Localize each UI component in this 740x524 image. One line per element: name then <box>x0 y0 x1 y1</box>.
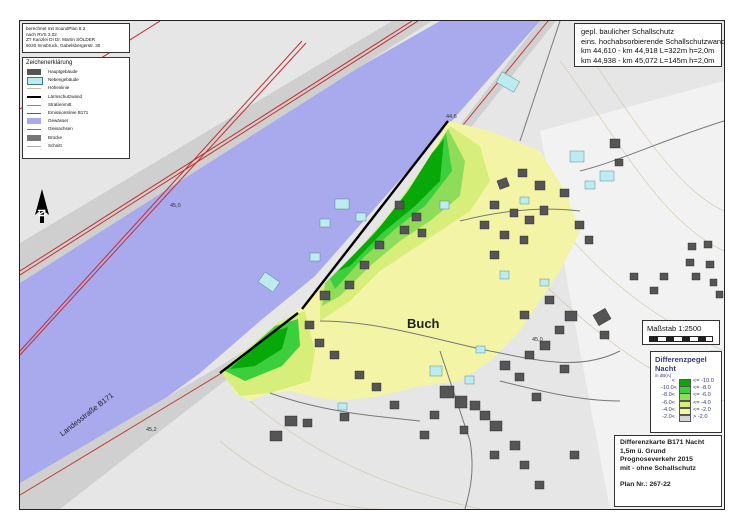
legend-label: Gewässer <box>48 118 69 124</box>
diff-legend-row: -2.0< > -2.0 <box>655 413 717 423</box>
diff-legend-row: < <= -10.0 <box>655 378 717 387</box>
legend-item: Lärmschutzwand <box>26 93 126 101</box>
scale-box: Maßstab 1:2500 <box>642 320 720 345</box>
legend-symbol <box>27 95 41 98</box>
plan-line: mit - ohne Schallschutz <box>620 464 696 472</box>
diff-upper: <= -2.0 <box>693 406 711 413</box>
km-label-45-0b: 45,0 <box>532 337 543 343</box>
diff-lower: -4.0< <box>662 406 675 413</box>
diff-upper: <= -6.0 <box>693 392 711 399</box>
legend-title: Zeichenerklärung <box>26 60 73 66</box>
legend-label: Brücke <box>48 134 63 140</box>
info-line: eins. hochabsorbierende Schallschutzwand <box>581 36 725 46</box>
legend-label: Lärmschutzwand <box>48 93 83 99</box>
legend-item: Emissionslinie B171 <box>26 109 126 117</box>
diff-legend-row: -4.0< <= -2.0 <box>655 406 717 416</box>
legend-item: Schnitt <box>26 142 126 150</box>
legend-label: Hauptgebäude <box>48 69 78 74</box>
diff-legend-row: -8.0< <= -6.0 <box>655 392 717 401</box>
legend-symbol <box>27 118 41 125</box>
difference-level-legend: Differenzpegel Nacht in dB(A) < <= -10.0 … <box>650 351 722 433</box>
km-label-45-0: 45,0 <box>170 203 181 209</box>
project-info: gepl. baulicher Schallschutz eins. hocha… <box>574 23 725 67</box>
legend-symbol <box>27 69 41 75</box>
legend-label: Höhenlinie <box>48 85 70 91</box>
legend-item: Gewässer <box>26 117 126 125</box>
km-label-44-6: 44,6 <box>446 114 457 120</box>
scale-bar <box>649 336 713 342</box>
diff-legend-title: Differenzpegel <box>655 355 707 364</box>
legend-label: Emissionslinie B171 <box>48 109 89 115</box>
legend-symbol <box>27 134 41 141</box>
legend-label: Gleisachsen <box>48 126 73 132</box>
plan-line: 1,5m ü. Grund <box>620 447 666 455</box>
legend-item: Straßenmitt <box>26 101 126 109</box>
legend-symbol <box>27 104 41 106</box>
km-label-45-2: 45,2 <box>146 427 157 433</box>
diff-lower: -10.0< <box>661 385 678 392</box>
plan-line: Prognoseverkehr 2015 <box>620 456 693 464</box>
calculation-note: berechnet mit SoundPlan 8.2 nach RVS 3.0… <box>22 23 130 53</box>
map-frame: N Buch Landesstraße B171 44,6 45,0 45,2 … <box>19 20 725 510</box>
info-line: km 44,938 - km 45,072 L=145m h=2,0m <box>581 55 715 65</box>
legend-item: Hauptgebäude <box>26 68 126 76</box>
plan-title-box: Differenzkarte B171 Nacht 1,5m ü. Grund … <box>614 435 722 507</box>
info-line: gepl. baulicher Schallschutz <box>581 27 674 36</box>
diff-lower: -6.0< <box>662 399 675 406</box>
diff-lower: < <box>671 378 675 384</box>
legend-item: Höhenlinie <box>26 84 126 92</box>
diff-swatch <box>679 414 691 423</box>
diff-upper: > -2.0 <box>693 413 708 420</box>
diff-lower: -2.0< <box>662 413 675 420</box>
scale-label: Maßstab 1:2500 <box>647 324 702 333</box>
calc-line: 6020 Innsbruck, Gabelsbergerstr. 30 <box>26 42 101 48</box>
legend-item: Nebengebäude <box>26 76 126 86</box>
diff-upper: <= -10.0 <box>693 378 714 384</box>
diff-legend-row: -10.0< <= -8.0 <box>655 385 717 394</box>
info-line: km 44,610 - km 44,918 L=322m h=2,0m <box>581 46 715 56</box>
legend-symbol <box>27 129 41 131</box>
legend-item: Brücke <box>26 134 126 142</box>
diff-legend-subtitle: Nacht <box>655 364 676 373</box>
legend-label: Schnitt <box>48 142 62 148</box>
plan-number: Plan Nr.: 267-22 <box>620 481 671 489</box>
diff-upper: <= -8.0 <box>693 385 711 392</box>
legend-item: Gleisachsen <box>26 125 126 133</box>
legend-symbol <box>27 88 41 90</box>
legend-symbol <box>27 145 41 147</box>
diff-upper: <= -4.0 <box>693 399 711 406</box>
legend-symbol <box>27 112 41 114</box>
legend-label: Straßenmitt <box>48 101 72 107</box>
plan-sheet: N Buch Landesstraße B171 44,6 45,0 45,2 … <box>0 0 740 524</box>
diff-lower: -8.0< <box>662 392 675 399</box>
plan-line: Differenzkarte B171 Nacht <box>620 439 705 446</box>
diff-legend-row: -6.0< <= -4.0 <box>655 399 717 409</box>
legend-label: Nebengebäude <box>48 77 79 83</box>
place-name-label: Buch <box>407 316 440 331</box>
map-legend: Zeichenerklärung Hauptgebäude Nebengebäu… <box>22 57 130 159</box>
north-letter: N <box>35 209 47 217</box>
